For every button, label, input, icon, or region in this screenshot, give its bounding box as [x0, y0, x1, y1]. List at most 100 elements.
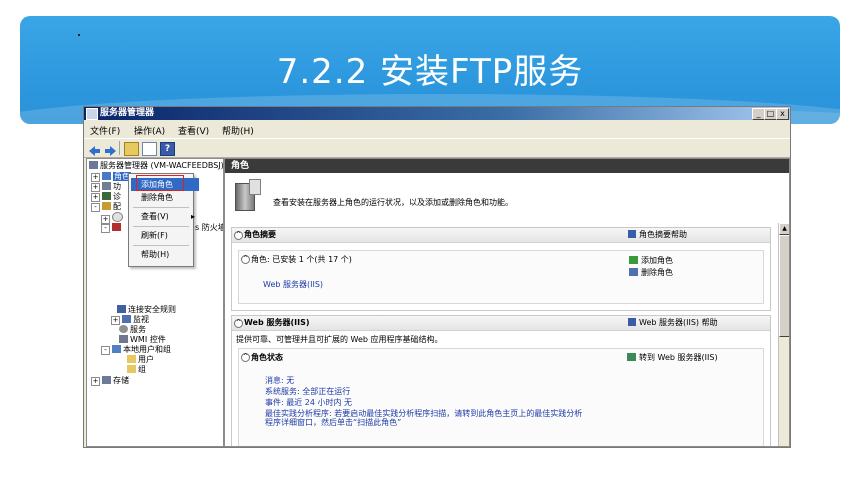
storage-icon: [102, 376, 111, 384]
tree-item-config[interactable]: -配: [91, 202, 121, 212]
diagnostics-icon: [102, 192, 111, 200]
remove-role-icon: [629, 268, 638, 276]
pane-header: 角色: [225, 159, 789, 173]
status-system-services: 系统服务: 全部正在运行: [265, 387, 351, 396]
add-roles-link[interactable]: 添加角色: [629, 255, 673, 266]
tree-root[interactable]: 服务器管理器 (VM-WACFEEDBSJ): [89, 161, 223, 171]
status-messages: 消息: 无: [265, 376, 295, 385]
scroll-thumb[interactable]: [779, 235, 789, 337]
web-server-help-link[interactable]: Web 服务器(IIS) 帮助: [628, 316, 718, 330]
context-menu-refresh[interactable]: 刷新(F): [131, 229, 199, 242]
goto-web-server-link[interactable]: 转到 Web 服务器(IIS): [627, 352, 718, 363]
highlight-box: [136, 175, 184, 191]
config-icon: [102, 202, 111, 210]
status-events: 事件: 最近 24 小时内 无: [265, 398, 353, 407]
remove-roles-link[interactable]: 删除角色: [629, 267, 673, 278]
roles-icon: [102, 172, 111, 180]
roles-count: 角色: 已安装 1 个(共 17 个): [251, 255, 352, 264]
menu-bar: 文件(F) 操作(A) 查看(V) 帮助(H): [84, 121, 790, 137]
context-menu-help[interactable]: 帮助(H): [131, 248, 199, 261]
tree-item-groups[interactable]: 组: [127, 365, 146, 375]
slide-title: 7.2.2 安装FTP服务: [276, 52, 584, 92]
close-button[interactable]: x: [776, 108, 789, 120]
expand-icon[interactable]: +: [91, 193, 100, 202]
collapse-icon[interactable]: -: [91, 203, 100, 212]
collapse-chevron-icon[interactable]: ^: [234, 231, 243, 240]
wmi-icon: [119, 335, 128, 343]
menu-help[interactable]: 帮助(H): [222, 124, 254, 137]
folder-icon: [127, 355, 136, 363]
submenu-arrow-icon: ▸: [190, 212, 195, 221]
goto-icon: [627, 353, 636, 361]
menu-file[interactable]: 文件(F): [90, 124, 120, 137]
monitor-icon: [122, 315, 131, 323]
menu-action[interactable]: 操作(A): [134, 124, 165, 137]
menu-separator: [133, 226, 189, 227]
expand-icon[interactable]: +: [91, 377, 100, 386]
roles-summary-help-link[interactable]: 角色摘要帮助: [628, 228, 687, 242]
help-book-icon: [628, 318, 636, 326]
tree-item-services[interactable]: 服务: [119, 325, 146, 335]
tree-item-features[interactable]: + 功: [91, 182, 121, 192]
tree-item-monitoring[interactable]: + 监视: [111, 315, 149, 325]
collapse-chevron-icon[interactable]: ^: [241, 353, 250, 362]
users-group-icon: [112, 345, 121, 353]
tree-item-local-users[interactable]: - 本地用户和组: [101, 345, 171, 355]
expand-icon[interactable]: +: [111, 316, 120, 325]
rules-icon: [117, 305, 126, 313]
context-menu-remove-role[interactable]: 删除角色: [131, 191, 199, 204]
vertical-scrollbar[interactable]: ▲: [778, 223, 789, 446]
web-server-role-link[interactable]: Web 服务器(IIS): [263, 279, 323, 290]
roles-summary-section: ^ 角色摘要 角色摘要帮助 ^ 角色: 已安装 1 个(共 17 个) Web …: [231, 227, 771, 311]
intro-text: 查看安装在服务器上角色的运行状况，以及添加或删除角色和功能。: [273, 198, 513, 207]
tree-item-storage[interactable]: + 存储: [91, 376, 129, 386]
status-bpa-line2[interactable]: 程序详细窗口，然后单击“扫描此角色”: [265, 417, 401, 428]
server-box-icon: [249, 179, 261, 195]
toolbar: ?: [84, 138, 790, 158]
window-title: 服务器管理器: [100, 108, 155, 118]
role-status-title: 角色状态: [251, 353, 283, 362]
menu-view[interactable]: 查看(V): [178, 124, 209, 137]
window-titlebar[interactable]: 服务器管理器 _ □ x: [84, 107, 790, 120]
roles-list-box: ^ 角色: 已安装 1 个(共 17 个) Web 服务器(IIS) 添加角色 …: [238, 250, 764, 304]
menu-separator: [133, 245, 189, 246]
server-icon: [89, 161, 98, 169]
features-icon: [102, 182, 111, 190]
web-server-header[interactable]: ^ Web 服务器(IIS) Web 服务器(IIS) 帮助: [232, 316, 770, 331]
web-server-description: 提供可靠、可管理并且可扩展的 Web 应用程序基础结构。: [236, 335, 443, 344]
tree-item-diagnostics[interactable]: + 诊: [91, 192, 121, 202]
firewall-icon: [112, 223, 121, 231]
up-folder-icon[interactable]: [124, 142, 139, 156]
role-status-box: ^ 角色状态 转到 Web 服务器(IIS) 消息: 无 系统服务: 全部正在运…: [238, 348, 764, 446]
expand-icon[interactable]: +: [91, 173, 100, 182]
roles-summary-header[interactable]: ^ 角色摘要 角色摘要帮助: [232, 228, 770, 243]
web-server-section: ^ Web 服务器(IIS) Web 服务器(IIS) 帮助 提供可靠、可管理并…: [231, 315, 771, 446]
tree-item-users[interactable]: 用户: [127, 355, 154, 365]
add-role-icon: [629, 256, 638, 264]
decorative-dot: [78, 34, 80, 36]
scroll-up-arrow-icon[interactable]: ▲: [779, 223, 789, 235]
menu-separator: [133, 207, 189, 208]
toolbar-separator: [119, 141, 120, 155]
show-hide-tree-icon[interactable]: [142, 142, 157, 156]
tree-item-wmi[interactable]: WMI 控件: [119, 335, 166, 345]
details-pane: 角色 查看安装在服务器上角色的运行状况，以及添加或删除角色和功能。 ^ 角色摘要…: [224, 158, 790, 447]
collapse-icon[interactable]: -: [101, 346, 110, 355]
help-book-icon: [628, 230, 636, 238]
collapse-icon[interactable]: -: [101, 224, 110, 233]
help-icon[interactable]: ?: [160, 142, 175, 156]
back-arrow-icon[interactable]: [88, 142, 101, 156]
clock-icon: [112, 212, 123, 222]
server-manager-window: 服务器管理器 _ □ x 文件(F) 操作(A) 查看(V) 帮助(H) ? 服…: [83, 106, 791, 448]
forward-arrow-icon[interactable]: [104, 142, 117, 156]
folder-icon: [127, 365, 136, 373]
tree-item-connection-security[interactable]: 连接安全规则: [117, 305, 176, 315]
expand-icon[interactable]: +: [91, 183, 100, 192]
collapse-chevron-icon[interactable]: ^: [241, 255, 250, 264]
intro-area: 查看安装在服务器上角色的运行状况，以及添加或删除角色和功能。: [225, 173, 789, 223]
collapse-chevron-icon[interactable]: ^: [234, 319, 243, 328]
services-gear-icon: [119, 325, 128, 333]
server-manager-icon: [86, 108, 98, 120]
context-menu-view[interactable]: 查看(V) ▸: [131, 210, 199, 223]
tree-item-roles[interactable]: + 角色: [91, 172, 131, 182]
